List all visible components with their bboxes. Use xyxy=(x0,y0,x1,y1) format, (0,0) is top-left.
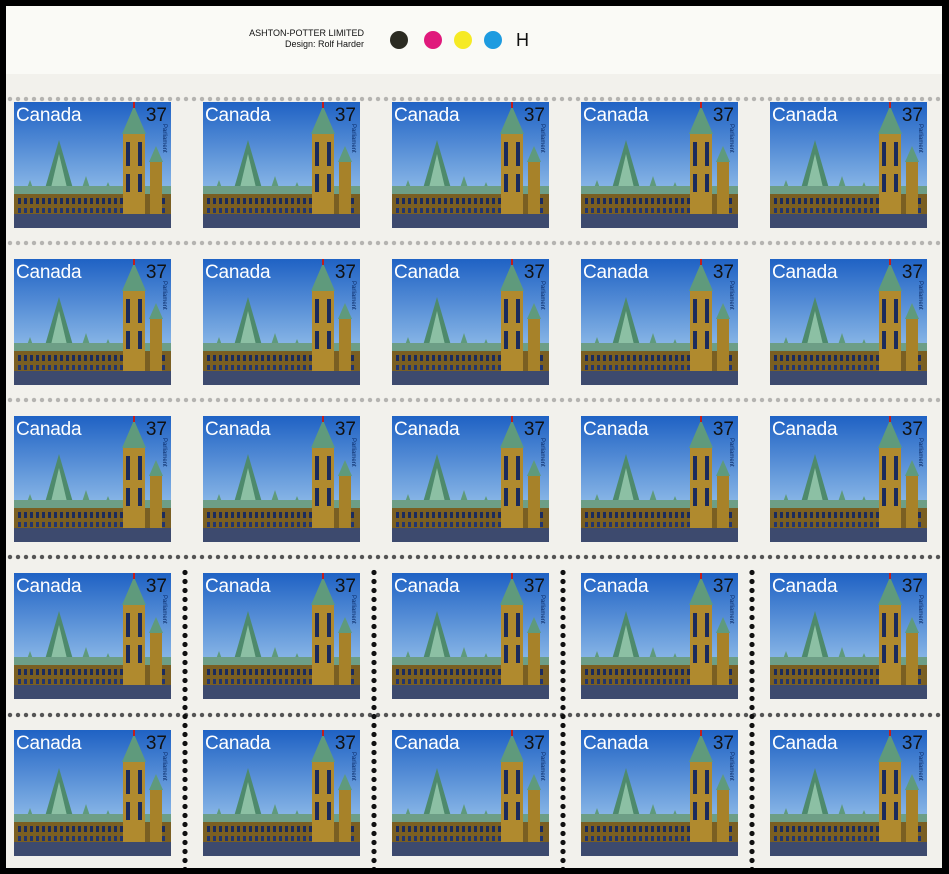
stamp-r3-c2: Canada 37 Parliament xyxy=(203,416,360,542)
stamp-country: Canada xyxy=(16,105,82,126)
stamp-caption: Parliament xyxy=(161,124,167,153)
stamp-caption: Parliament xyxy=(917,438,923,467)
stamp-caption: Parliament xyxy=(539,595,545,624)
stamp-caption: Parliament xyxy=(350,281,356,310)
stamp-country: Canada xyxy=(583,576,649,597)
stamp-country: Canada xyxy=(772,419,838,440)
stamp-caption: Parliament xyxy=(917,595,923,624)
ink-dot-magenta xyxy=(424,31,442,49)
stamp-caption: Parliament xyxy=(161,438,167,467)
perforation-column xyxy=(182,568,188,868)
stamp-caption: Parliament xyxy=(917,124,923,153)
perforation-row xyxy=(6,554,942,560)
stamp-r5-c5: Canada 37 Parliament xyxy=(770,730,927,856)
stamp-country: Canada xyxy=(583,419,649,440)
stamp-r3-c3: Canada 37 Parliament xyxy=(392,416,549,542)
stamp-caption: Parliament xyxy=(539,124,545,153)
stamp-country: Canada xyxy=(205,733,271,754)
stamp-r2-c4: Canada 37 Parliament xyxy=(581,259,738,385)
stamp-caption: Parliament xyxy=(728,281,734,310)
stamp-r5-c1: Canada 37 Parliament xyxy=(14,730,171,856)
stamp-country: Canada xyxy=(16,262,82,283)
stamp-country: Canada xyxy=(16,419,82,440)
stamp-country: Canada xyxy=(394,105,460,126)
stamp-country: Canada xyxy=(394,576,460,597)
plate-letter: H xyxy=(516,30,529,50)
stamp-caption: Parliament xyxy=(728,595,734,624)
stamp-country: Canada xyxy=(205,105,271,126)
stamp-country: Canada xyxy=(772,105,838,126)
stamp-country: Canada xyxy=(583,262,649,283)
stamp-country: Canada xyxy=(394,733,460,754)
stamp-r4-c1: Canada 37 Parliament xyxy=(14,573,171,699)
ink-dot-yellow xyxy=(454,31,472,49)
stamp-caption: Parliament xyxy=(728,438,734,467)
stamp-r3-c5: Canada 37 Parliament xyxy=(770,416,927,542)
stamp-r1-c1: Canada 37 Parliament xyxy=(14,102,171,228)
stamp-r3-c1: Canada 37 Parliament xyxy=(14,416,171,542)
stamp-sheet: ASHTON-POTTER LIMITED Design: Rolf Harde… xyxy=(6,6,942,868)
perforation-row xyxy=(6,397,942,403)
stamp-country: Canada xyxy=(205,576,271,597)
stamp-caption: Parliament xyxy=(161,752,167,781)
perforation-column xyxy=(371,568,377,868)
stamp-caption: Parliament xyxy=(539,752,545,781)
stamp-r1-c4: Canada 37 Parliament xyxy=(581,102,738,228)
stamp-r5-c2: Canada 37 Parliament xyxy=(203,730,360,856)
sheet-margin: ASHTON-POTTER LIMITED Design: Rolf Harde… xyxy=(6,6,942,74)
stamp-caption: Parliament xyxy=(917,752,923,781)
stamp-pane: Canada 37 Parliament Canada 37 Parliamen… xyxy=(6,74,942,868)
stamp-caption: Parliament xyxy=(539,438,545,467)
stamp-caption: Parliament xyxy=(728,752,734,781)
stamp-caption: Parliament xyxy=(161,281,167,310)
stamp-r1-c3: Canada 37 Parliament xyxy=(392,102,549,228)
stamp-r5-c4: Canada 37 Parliament xyxy=(581,730,738,856)
stamp-caption: Parliament xyxy=(350,124,356,153)
stamp-country: Canada xyxy=(205,419,271,440)
stamp-country: Canada xyxy=(583,105,649,126)
stamp-caption: Parliament xyxy=(917,281,923,310)
perforation-column xyxy=(749,568,755,868)
stamp-caption: Parliament xyxy=(161,595,167,624)
stamp-r4-c3: Canada 37 Parliament xyxy=(392,573,549,699)
stamp-r5-c3: Canada 37 Parliament xyxy=(392,730,549,856)
ink-dot-cyan xyxy=(484,31,502,49)
stamp-r2-c2: Canada 37 Parliament xyxy=(203,259,360,385)
stamp-r3-c4: Canada 37 Parliament xyxy=(581,416,738,542)
stamp-r2-c3: Canada 37 Parliament xyxy=(392,259,549,385)
stamp-caption: Parliament xyxy=(350,595,356,624)
ink-dot-black xyxy=(390,31,408,49)
stamp-r2-c5: Canada 37 Parliament xyxy=(770,259,927,385)
stamp-r4-c5: Canada 37 Parliament xyxy=(770,573,927,699)
designer-credit: Design: Rolf Harder xyxy=(284,39,364,49)
stamp-country: Canada xyxy=(772,733,838,754)
stamp-caption: Parliament xyxy=(350,752,356,781)
stamp-r4-c4: Canada 37 Parliament xyxy=(581,573,738,699)
stamp-country: Canada xyxy=(583,733,649,754)
stamp-caption: Parliament xyxy=(728,124,734,153)
stamp-country: Canada xyxy=(16,576,82,597)
stamp-country: Canada xyxy=(16,733,82,754)
perforation-row xyxy=(6,712,942,718)
stamp-country: Canada xyxy=(394,262,460,283)
stamp-r2-c1: Canada 37 Parliament xyxy=(14,259,171,385)
perforation-row xyxy=(6,96,942,102)
stamp-caption: Parliament xyxy=(539,281,545,310)
stamp-r1-c5: Canada 37 Parliament xyxy=(770,102,927,228)
perforation-column xyxy=(560,568,566,868)
stamp-country: Canada xyxy=(205,262,271,283)
printer-name: ASHTON-POTTER LIMITED xyxy=(249,28,364,38)
perforation-row xyxy=(6,240,942,246)
stamp-caption: Parliament xyxy=(350,438,356,467)
stamp-r1-c2: Canada 37 Parliament xyxy=(203,102,360,228)
stamp-country: Canada xyxy=(772,576,838,597)
stamp-country: Canada xyxy=(394,419,460,440)
stamp-r4-c2: Canada 37 Parliament xyxy=(203,573,360,699)
stamp-country: Canada xyxy=(772,262,838,283)
printer-imprint: ASHTON-POTTER LIMITED Design: Rolf Harde… xyxy=(224,28,364,50)
